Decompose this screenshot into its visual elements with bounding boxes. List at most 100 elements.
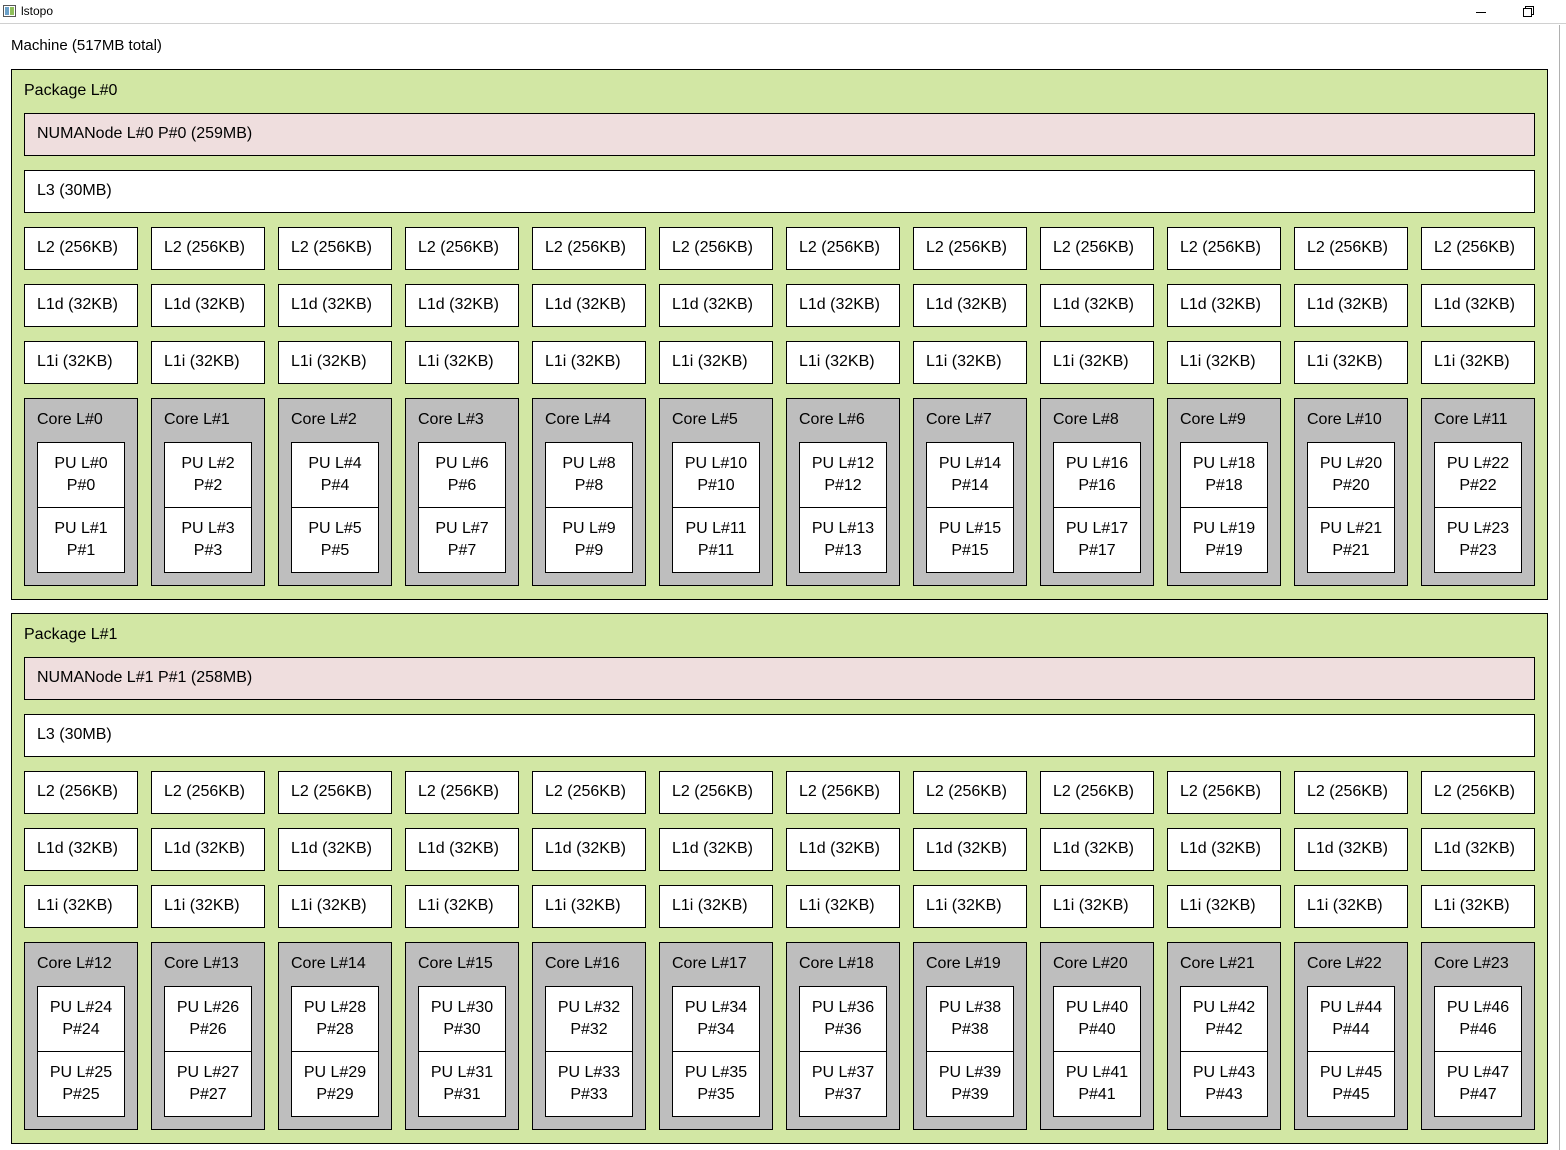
pu-box[interactable]: PU L#19 P#19	[1180, 507, 1268, 573]
l1d-cache[interactable]: L1d (32KB)	[405, 828, 519, 871]
pu-box[interactable]: PU L#23 P#23	[1434, 507, 1522, 573]
core[interactable]: Core L#5 PU L#10 P#10 PU L#11 P#11	[659, 398, 773, 586]
pu-box[interactable]: PU L#36 P#36	[799, 986, 887, 1052]
package-0[interactable]: Package L#0 NUMANode L#0 P#0 (259MB) L3 (3…	[11, 69, 1548, 600]
l1i-cache[interactable]: L1i (32KB)	[1040, 885, 1154, 928]
core[interactable]: Core L#12 PU L#24 P#24 PU L#25 P#25	[24, 942, 138, 1130]
core[interactable]: Core L#17 PU L#34 P#34 PU L#35 P#35	[659, 942, 773, 1130]
l1d-cache[interactable]: L1d (32KB)	[278, 284, 392, 327]
l1d-cache[interactable]: L1d (32KB)	[786, 284, 900, 327]
l1i-cache[interactable]: L1i (32KB)	[786, 885, 900, 928]
l2-cache[interactable]: L2 (256KB)	[786, 771, 900, 814]
pu-box[interactable]: PU L#41 P#41	[1053, 1051, 1141, 1117]
pu-box[interactable]: PU L#13 P#13	[799, 507, 887, 573]
pu-box[interactable]: PU L#3 P#3	[164, 507, 252, 573]
pu-box[interactable]: PU L#8 P#8	[545, 442, 633, 508]
core[interactable]: Core L#0 PU L#0 P#0 PU L#1 P#1	[24, 398, 138, 586]
core[interactable]: Core L#21 PU L#42 P#42 PU L#43 P#43	[1167, 942, 1281, 1130]
l2-cache[interactable]: L2 (256KB)	[532, 227, 646, 270]
l1i-cache[interactable]: L1i (32KB)	[786, 341, 900, 384]
l1d-cache[interactable]: L1d (32KB)	[278, 828, 392, 871]
pu-box[interactable]: PU L#24 P#24	[37, 986, 125, 1052]
l1i-cache[interactable]: L1i (32KB)	[1421, 885, 1535, 928]
pu-box[interactable]: PU L#25 P#25	[37, 1051, 125, 1117]
l2-cache[interactable]: L2 (256KB)	[786, 227, 900, 270]
l1d-cache[interactable]: L1d (32KB)	[24, 284, 138, 327]
restore-button[interactable]	[1507, 0, 1547, 24]
l1i-cache[interactable]: L1i (32KB)	[278, 885, 392, 928]
l2-cache[interactable]: L2 (256KB)	[1294, 227, 1408, 270]
l2-cache[interactable]: L2 (256KB)	[659, 771, 773, 814]
l1i-cache[interactable]: L1i (32KB)	[1421, 341, 1535, 384]
core[interactable]: Core L#11 PU L#22 P#22 PU L#23 P#23	[1421, 398, 1535, 586]
pu-box[interactable]: PU L#17 P#17	[1053, 507, 1141, 573]
core[interactable]: Core L#20 PU L#40 P#40 PU L#41 P#41	[1040, 942, 1154, 1130]
l2-cache[interactable]: L2 (256KB)	[913, 227, 1027, 270]
l2-cache[interactable]: L2 (256KB)	[24, 227, 138, 270]
core[interactable]: Core L#13 PU L#26 P#26 PU L#27 P#27	[151, 942, 265, 1130]
l2-cache[interactable]: L2 (256KB)	[405, 771, 519, 814]
core[interactable]: Core L#4 PU L#8 P#8 PU L#9 P#9	[532, 398, 646, 586]
l1i-cache[interactable]: L1i (32KB)	[24, 341, 138, 384]
l1d-cache[interactable]: L1d (32KB)	[151, 284, 265, 327]
core[interactable]: Core L#10 PU L#20 P#20 PU L#21 P#21	[1294, 398, 1408, 586]
l1i-cache[interactable]: L1i (32KB)	[151, 885, 265, 928]
pu-box[interactable]: PU L#33 P#33	[545, 1051, 633, 1117]
pu-box[interactable]: PU L#14 P#14	[926, 442, 1014, 508]
l2-cache[interactable]: L2 (256KB)	[151, 771, 265, 814]
l1i-cache[interactable]: L1i (32KB)	[405, 341, 519, 384]
pu-box[interactable]: PU L#20 P#20	[1307, 442, 1395, 508]
l1i-cache[interactable]: L1i (32KB)	[405, 885, 519, 928]
pu-box[interactable]: PU L#34 P#34	[672, 986, 760, 1052]
core[interactable]: Core L#2 PU L#4 P#4 PU L#5 P#5	[278, 398, 392, 586]
l1i-cache[interactable]: L1i (32KB)	[913, 885, 1027, 928]
l1d-cache[interactable]: L1d (32KB)	[405, 284, 519, 327]
pu-box[interactable]: PU L#31 P#31	[418, 1051, 506, 1117]
pu-box[interactable]: PU L#10 P#10	[672, 442, 760, 508]
pu-box[interactable]: PU L#29 P#29	[291, 1051, 379, 1117]
package-1[interactable]: Package L#1 NUMANode L#1 P#1 (258MB) L3 (3…	[11, 613, 1548, 1144]
pu-box[interactable]: PU L#15 P#15	[926, 507, 1014, 573]
pu-box[interactable]: PU L#22 P#22	[1434, 442, 1522, 508]
l1d-cache[interactable]: L1d (32KB)	[1294, 284, 1408, 327]
l1d-cache[interactable]: L1d (32KB)	[151, 828, 265, 871]
pu-box[interactable]: PU L#37 P#37	[799, 1051, 887, 1117]
l1d-cache[interactable]: L1d (32KB)	[1421, 284, 1535, 327]
l2-cache[interactable]: L2 (256KB)	[1294, 771, 1408, 814]
l1i-cache[interactable]: L1i (32KB)	[1167, 885, 1281, 928]
l2-cache[interactable]: L2 (256KB)	[1421, 227, 1535, 270]
l1d-cache[interactable]: L1d (32KB)	[1167, 284, 1281, 327]
l1d-cache[interactable]: L1d (32KB)	[786, 828, 900, 871]
l1i-cache[interactable]: L1i (32KB)	[1294, 885, 1408, 928]
pu-box[interactable]: PU L#5 P#5	[291, 507, 379, 573]
pu-box[interactable]: PU L#32 P#32	[545, 986, 633, 1052]
pu-box[interactable]: PU L#43 P#43	[1180, 1051, 1268, 1117]
pu-box[interactable]: PU L#26 P#26	[164, 986, 252, 1052]
core[interactable]: Core L#19 PU L#38 P#38 PU L#39 P#39	[913, 942, 1027, 1130]
l1i-cache[interactable]: L1i (32KB)	[659, 341, 773, 384]
l3-cache[interactable]: L3 (30MB)	[24, 170, 1535, 213]
l2-cache[interactable]: L2 (256KB)	[405, 227, 519, 270]
l1d-cache[interactable]: L1d (32KB)	[659, 284, 773, 327]
l1i-cache[interactable]: L1i (32KB)	[24, 885, 138, 928]
l1i-cache[interactable]: L1i (32KB)	[1294, 341, 1408, 384]
l2-cache[interactable]: L2 (256KB)	[1421, 771, 1535, 814]
l2-cache[interactable]: L2 (256KB)	[278, 771, 392, 814]
l3-cache[interactable]: L3 (30MB)	[24, 714, 1535, 757]
l1d-cache[interactable]: L1d (32KB)	[1421, 828, 1535, 871]
l2-cache[interactable]: L2 (256KB)	[1040, 227, 1154, 270]
l2-cache[interactable]: L2 (256KB)	[1167, 771, 1281, 814]
numa-node[interactable]: NUMANode L#0 P#0 (259MB)	[24, 113, 1535, 156]
l1d-cache[interactable]: L1d (32KB)	[1040, 828, 1154, 871]
l1i-cache[interactable]: L1i (32KB)	[913, 341, 1027, 384]
pu-box[interactable]: PU L#35 P#35	[672, 1051, 760, 1117]
pu-box[interactable]: PU L#38 P#38	[926, 986, 1014, 1052]
pu-box[interactable]: PU L#44 P#44	[1307, 986, 1395, 1052]
core[interactable]: Core L#3 PU L#6 P#6 PU L#7 P#7	[405, 398, 519, 586]
l1d-cache[interactable]: L1d (32KB)	[913, 828, 1027, 871]
l2-cache[interactable]: L2 (256KB)	[659, 227, 773, 270]
l2-cache[interactable]: L2 (256KB)	[1167, 227, 1281, 270]
core[interactable]: Core L#6 PU L#12 P#12 PU L#13 P#13	[786, 398, 900, 586]
pu-box[interactable]: PU L#11 P#11	[672, 507, 760, 573]
core[interactable]: Core L#9 PU L#18 P#18 PU L#19 P#19	[1167, 398, 1281, 586]
